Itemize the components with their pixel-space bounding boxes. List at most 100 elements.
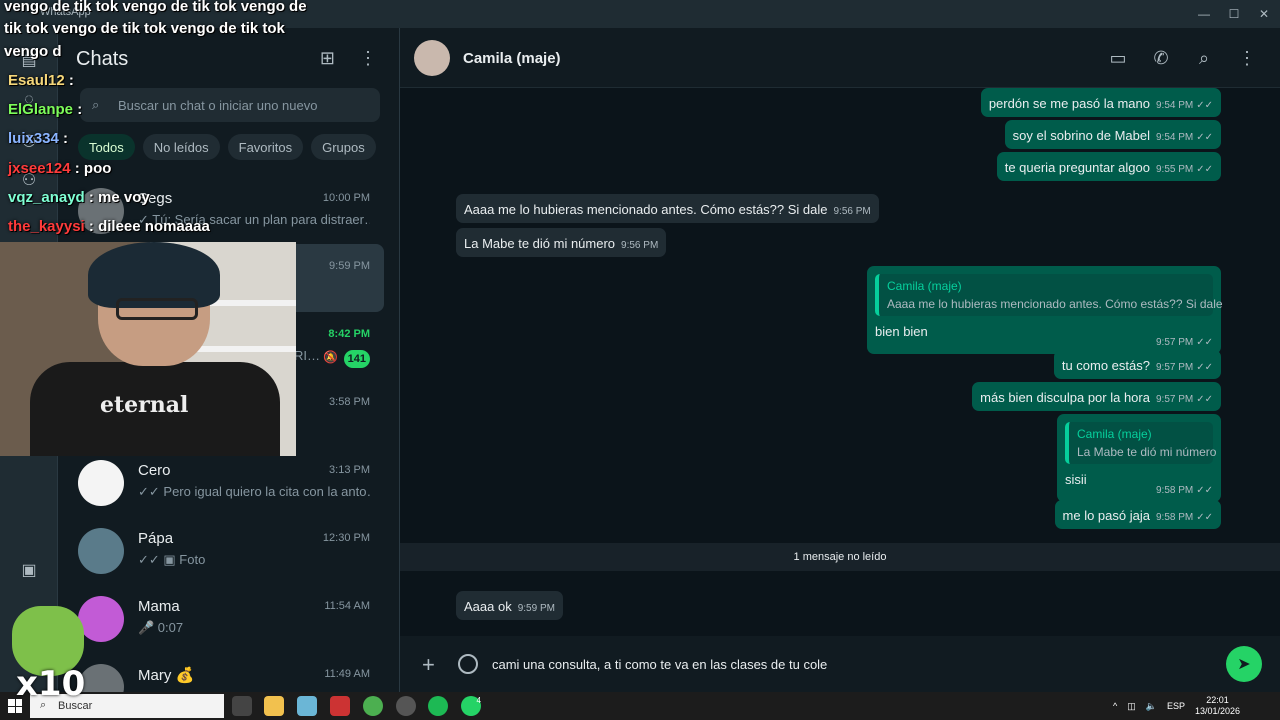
message-text: perdón se me pasó la mano [988, 96, 1150, 111]
chat-preview: 🎤 0:07 [138, 620, 184, 635]
message-incoming[interactable]: La Mabe te dió mi número 9:56 PM [456, 228, 667, 257]
send-button[interactable]: ➤ [1226, 646, 1262, 682]
network-icon[interactable]: ◫ [1127, 701, 1136, 712]
read-ticks: ✓✓ [1196, 362, 1213, 373]
conversation-panel: Camila (maje) ▭ ✆ ⌕ ⋮ perdón se me pasó … [400, 28, 1280, 692]
search-placeholder: Buscar un chat o iniciar uno nuevo [118, 97, 318, 113]
voice-call-icon[interactable]: ✆ [1149, 46, 1173, 70]
chat-name: Mary 💰 [138, 667, 195, 684]
maximize-button[interactable]: ☐ [1218, 0, 1250, 28]
message-outgoing-reply[interactable]: Camila (maje) Aaaa me lo hubieras mencio… [867, 266, 1223, 354]
quoted-author: Camila (maje) [1077, 427, 1152, 441]
chat-user: vqz_anayd [8, 189, 85, 206]
message-input[interactable]: cami una consulta, a ti como te va en la… [492, 650, 1212, 678]
chat-msg: me voy [98, 189, 150, 206]
contact-name[interactable]: Camila (maje) [463, 50, 561, 67]
menu-kebab-icon[interactable]: ⋮ [359, 48, 377, 69]
filter-unread[interactable]: No leídos [142, 134, 220, 160]
attach-plus-icon[interactable]: + [422, 652, 435, 678]
search-input[interactable]: ⌕ Buscar un chat o iniciar uno nuevo [80, 88, 380, 122]
filter-groups[interactable]: Grupos [311, 134, 376, 160]
unread-divider-label: 1 mensaje no leído [793, 551, 887, 563]
message-text: sisii [1065, 472, 1087, 487]
notepad-icon[interactable] [297, 696, 317, 716]
overlay-chat-line: the_kayysi : dileee nomaaaa [8, 218, 210, 235]
message-outgoing[interactable]: perdón se me pasó la mano 9:54 PM ✓✓ [980, 88, 1221, 117]
menu-kebab-icon[interactable]: ⋮ [1235, 46, 1259, 70]
language-indicator[interactable]: ESP [1167, 701, 1185, 711]
avatar [78, 460, 124, 506]
chrome-icon[interactable] [363, 696, 383, 716]
chat-list-item[interactable]: Cero 3:13 PM ✓✓ Pero igual quiero la cit… [66, 448, 384, 516]
search-icon: ⌕ [92, 97, 100, 112]
message-text: soy el sobrino de Mabel [1012, 128, 1150, 143]
read-ticks: ✓✓ [1196, 394, 1213, 405]
message-time: 9:58 PM [1155, 485, 1194, 496]
message-time: 9:59 PM [517, 603, 555, 614]
whatsapp-taskbar-icon[interactable]: 4 [461, 696, 481, 716]
screen: WhatsApp — ☐ ✕ ▤ ◌ ◎ ⚇ ▣ Chats ⊞ ⋮ ⌕ Bus… [0, 0, 1280, 720]
message-outgoing[interactable]: soy el sobrino de Mabel 9:54 PM ✓✓ [1004, 120, 1221, 149]
chat-list-item[interactable]: Mary 💰 11:49 AM [66, 652, 384, 692]
chat-user: jxsee124 [8, 160, 71, 177]
overlay-banner-line: tik tok vengo de tik tok vengo de tik to… [4, 20, 285, 37]
message-text: bien bien [875, 324, 928, 339]
volume-icon[interactable]: 🔈 [1146, 701, 1157, 712]
chat-preview: ✓✓ Pero igual quiero la cita con la anto… [138, 484, 370, 499]
shirt-print: eternal [100, 392, 189, 418]
spotify-icon[interactable] [428, 696, 448, 716]
chat-time: 3:58 PM [329, 396, 370, 408]
quoted-message[interactable]: Camila (maje) La Mabe te dió mi número [1065, 422, 1216, 464]
emote-overlay: x10 [8, 604, 88, 704]
file-explorer-icon[interactable] [264, 696, 284, 716]
overlay-banner-line: vengo d [4, 43, 62, 60]
read-ticks: ✓✓ [1196, 512, 1213, 523]
search-icon[interactable]: ⌕ [1192, 46, 1216, 70]
overlay-banner-line: vengo de tik tok vengo de tik tok vengo … [4, 0, 307, 15]
clock-date: 13/01/2026 [1194, 706, 1240, 716]
video-call-icon[interactable]: ▭ [1106, 46, 1130, 70]
new-chat-icon[interactable]: ⊞ [320, 48, 335, 69]
chat-time: 11:54 AM [324, 600, 370, 612]
muted-icon: 🔕 [323, 350, 338, 364]
message-outgoing[interactable]: te queria preguntar algoo 9:55 PM ✓✓ [996, 152, 1221, 181]
message-incoming[interactable]: Aaaa ok 9:59 PM [456, 591, 563, 620]
emoji-sticker-icon[interactable] [458, 654, 478, 674]
message-text: me lo pasó jaja [1062, 508, 1150, 523]
filter-all[interactable]: Todos [78, 134, 135, 160]
message-time: 9:57 PM [1155, 362, 1194, 373]
message-text: Aaaa ok [464, 599, 512, 614]
message-incoming[interactable]: Aaaa me lo hubieras mencionado antes. Có… [456, 194, 879, 223]
streamer-glasses [116, 298, 198, 320]
tray-chevron-icon[interactable]: ^ [1113, 701, 1117, 711]
message-outgoing[interactable]: tu como estás? 9:57 PM ✓✓ [1053, 350, 1221, 379]
chat-list-item[interactable]: Mama 11:54 AM 🎤 0:07 [66, 584, 384, 652]
quoted-message[interactable]: Camila (maje) Aaaa me lo hubieras mencio… [875, 274, 1223, 316]
clock[interactable]: 22:01 13/01/2026 [1195, 695, 1240, 717]
contact-avatar[interactable] [414, 40, 450, 76]
overlay-chat-line: luix334 : [8, 130, 69, 147]
chat-user: luix334 [8, 130, 59, 147]
read-ticks: ✓✓ [1196, 132, 1213, 143]
message-time: 9:57 PM [1155, 394, 1194, 405]
filter-favorites[interactable]: Favoritos [227, 134, 304, 160]
message-time: 9:58 PM [1155, 512, 1194, 523]
obs-icon[interactable] [396, 696, 416, 716]
chat-list-item[interactable]: Pápa 12:30 PM ✓✓ ▣ Foto [66, 516, 384, 584]
emote-multiplier: x10 [16, 664, 86, 704]
message-time: 9:54 PM [1155, 100, 1194, 111]
chats-title: Chats [76, 48, 129, 70]
conversation-header[interactable]: Camila (maje) ▭ ✆ ⌕ ⋮ [400, 28, 1280, 88]
read-ticks: ✓✓ [1196, 100, 1213, 111]
chat-name: Pápa [138, 530, 174, 547]
app-icon[interactable] [330, 696, 350, 716]
webcam-overlay: eternal [0, 242, 296, 456]
close-window-button[interactable]: ✕ [1248, 0, 1280, 28]
message-outgoing[interactable]: me lo pasó jaja 9:58 PM ✓✓ [1054, 500, 1221, 529]
media-gallery-icon[interactable]: ▣ [17, 558, 41, 582]
message-outgoing-reply[interactable]: Camila (maje) La Mabe te dió mi número s… [1057, 414, 1221, 502]
chat-user: Esaul12 [8, 72, 65, 89]
message-outgoing[interactable]: más bien disculpa por la hora 9:57 PM ✓✓ [972, 382, 1221, 411]
task-view-icon[interactable] [232, 696, 252, 716]
minimize-button[interactable]: — [1188, 0, 1220, 28]
